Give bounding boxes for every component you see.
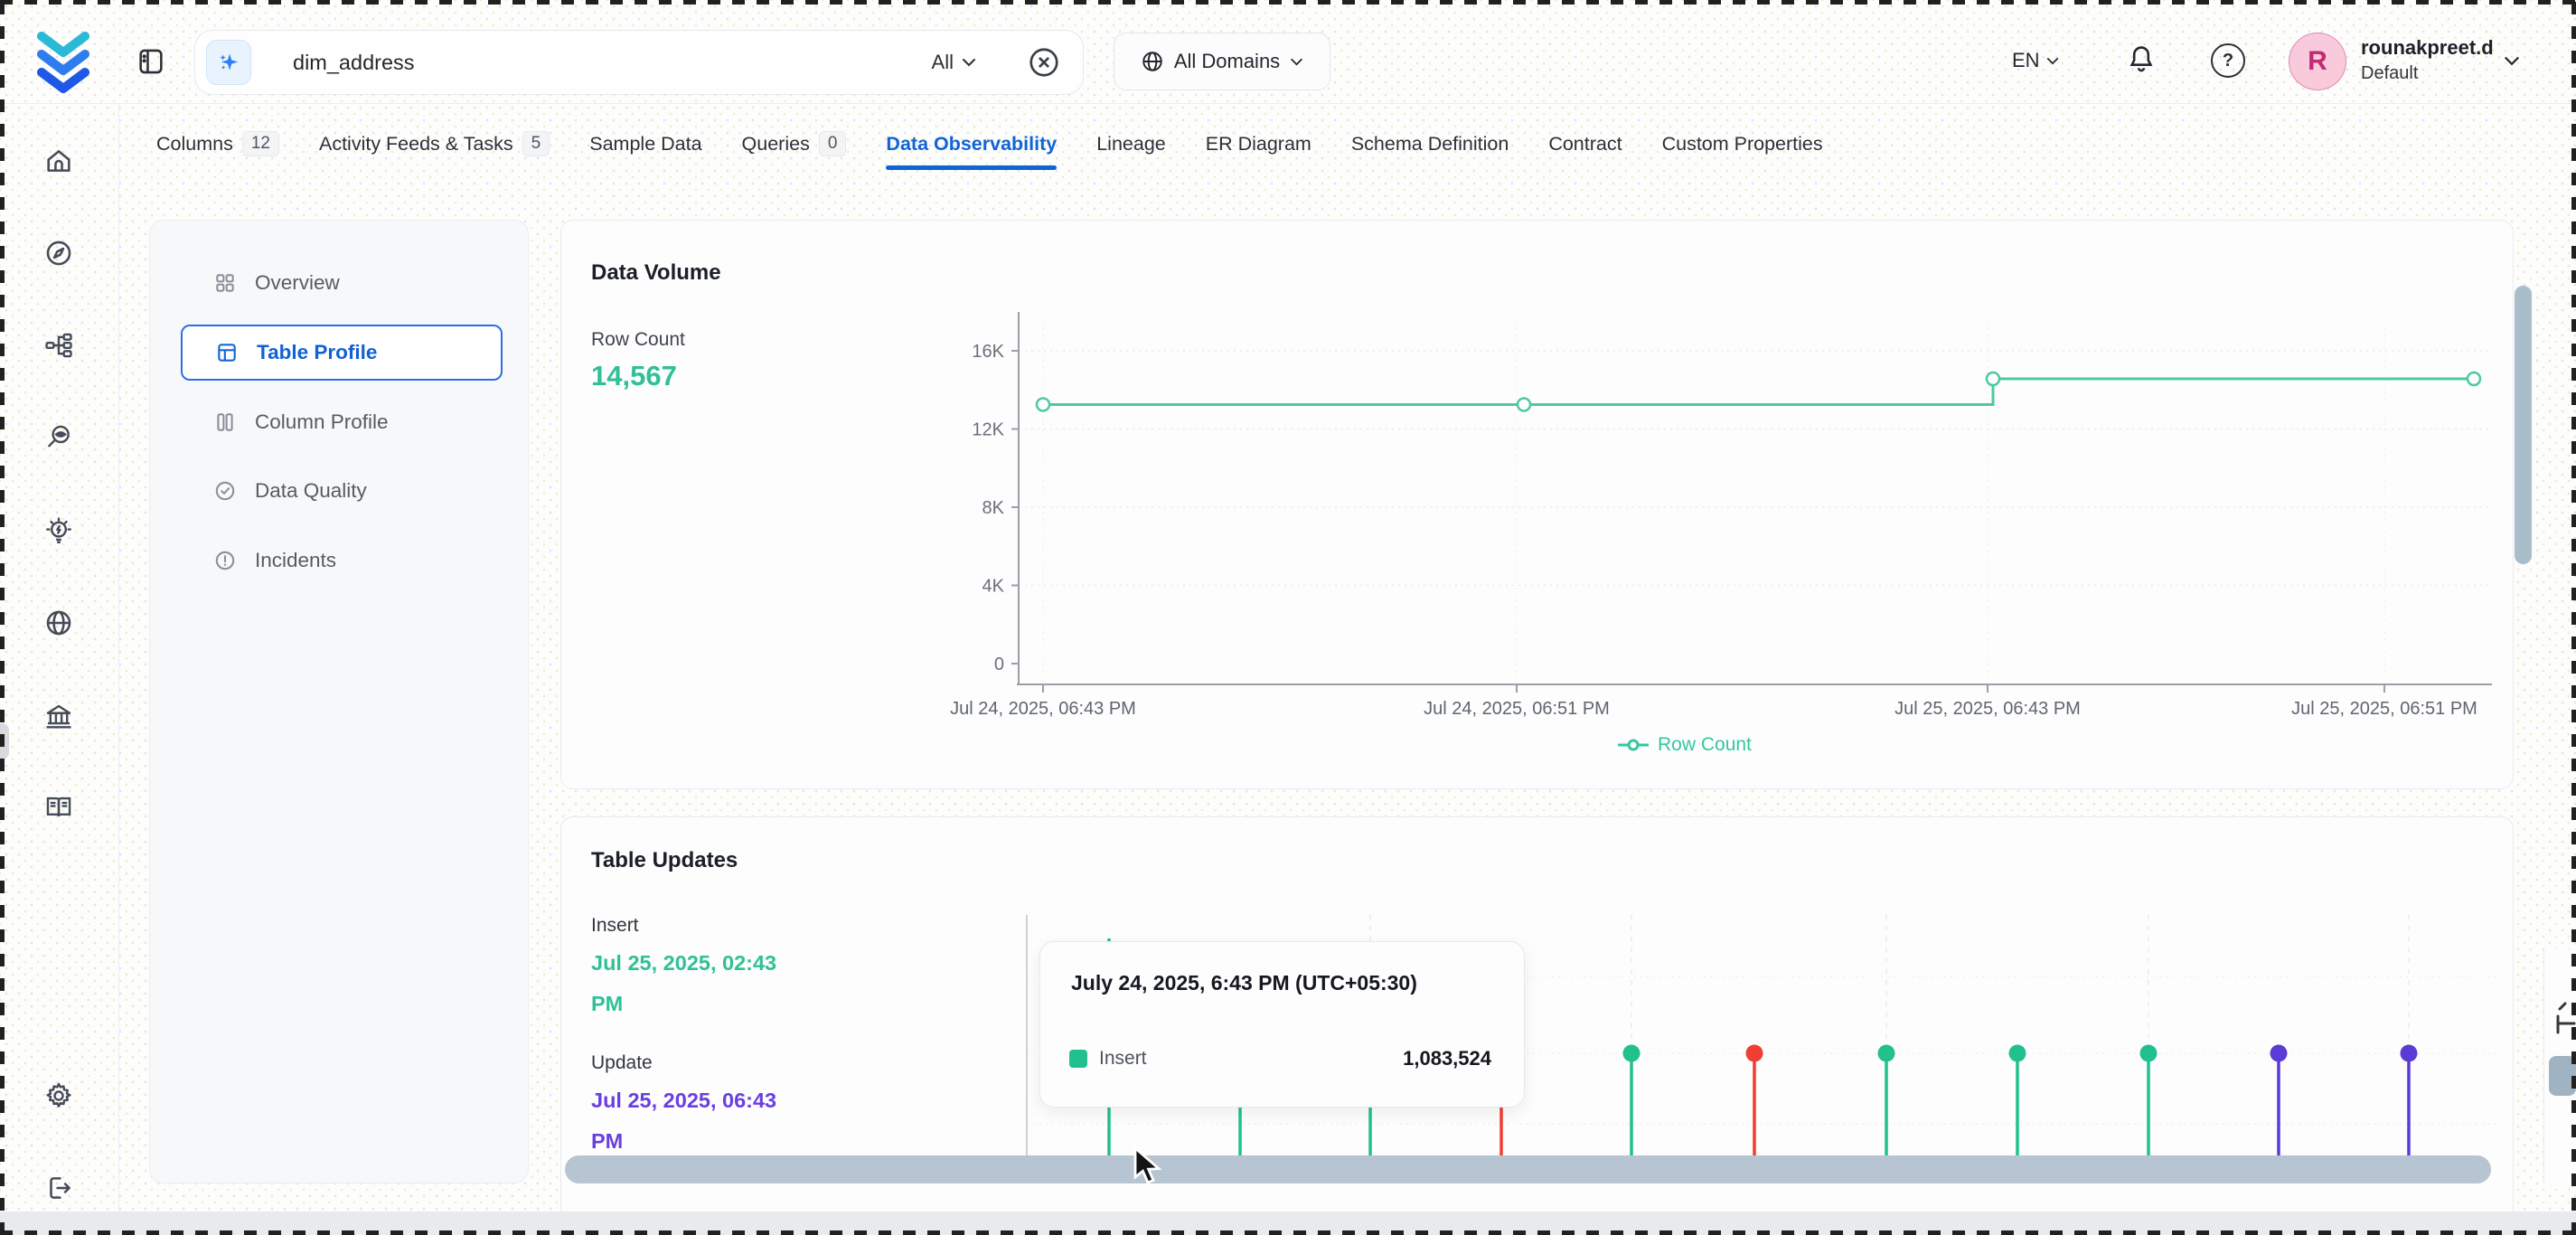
update-label: Update — [591, 1052, 808, 1074]
tab-custom-properties[interactable]: Custom Properties — [1662, 118, 1823, 170]
tab-data-observability[interactable]: Data Observability — [886, 118, 1057, 170]
entity-tabbar: Columns12 Activity Feeds & Tasks5 Sample… — [156, 118, 1823, 170]
menu-item-label: Data Quality — [255, 479, 367, 503]
row-count-value: 14,567 — [591, 360, 677, 392]
expand-panel-icon[interactable] — [2554, 998, 2576, 1043]
app-logo[interactable] — [33, 29, 94, 94]
settings-gear-icon[interactable] — [43, 1080, 74, 1111]
close-circle-icon — [1027, 45, 1061, 80]
columns-icon — [213, 410, 237, 434]
table-icon — [215, 341, 239, 364]
chevron-down-icon — [2504, 56, 2520, 66]
global-search-bar[interactable]: dim_address All — [194, 30, 1084, 95]
tooltip-row-label: Insert — [1099, 1048, 1147, 1070]
row-count-label: Row Count — [591, 329, 685, 351]
table-updates-title: Table Updates — [591, 848, 738, 873]
chart-tooltip: July 24, 2025, 6:43 PM (UTC+05:30) Inser… — [1039, 941, 1525, 1108]
domains-label: All Domains — [1174, 50, 1280, 73]
logout-icon[interactable] — [43, 1173, 74, 1203]
active-tab-underline — [886, 165, 1057, 170]
capture-border-top — [0, 0, 2576, 5]
search-input[interactable]: dim_address — [293, 31, 415, 94]
search-scope-dropdown[interactable]: All — [932, 31, 976, 94]
sidebar-resize-handle[interactable] — [0, 723, 9, 759]
topbar-divider — [0, 103, 2576, 104]
data-volume-title: Data Volume — [591, 260, 721, 286]
legend-line-icon — [1618, 739, 1649, 751]
help-button[interactable]: ? — [2211, 43, 2245, 78]
tab-sample-data[interactable]: Sample Data — [589, 118, 701, 170]
menu-item-column-profile[interactable]: Column Profile — [181, 397, 503, 448]
domains-dropdown[interactable]: All Domains — [1114, 33, 1330, 90]
user-menu-chevron[interactable] — [2504, 54, 2520, 71]
user-name: rounakpreet.d — [2361, 36, 2494, 60]
menu-item-table-profile[interactable]: Table Profile — [181, 325, 503, 381]
mouse-cursor — [1132, 1146, 1170, 1193]
discovery-search-icon[interactable] — [43, 422, 74, 453]
glossary-book-icon[interactable] — [43, 792, 74, 823]
menu-item-label: Column Profile — [255, 410, 389, 434]
tab-queries[interactable]: Queries0 — [742, 118, 847, 170]
sidebar-toggle-icon[interactable] — [136, 45, 166, 78]
legend-label: Row Count — [1658, 734, 1752, 756]
language-dropdown[interactable]: EN — [2012, 33, 2059, 89]
exclamation-circle-icon — [213, 549, 237, 572]
avatar-initial: R — [2308, 46, 2327, 77]
bell-icon — [2126, 42, 2157, 78]
domains-globe-icon[interactable] — [43, 608, 74, 638]
update-time: Jul 25, 2025, 06:43 PM — [591, 1080, 808, 1162]
tab-lineage[interactable]: Lineage — [1096, 118, 1166, 170]
tab-activity-feeds[interactable]: Activity Feeds & Tasks5 — [319, 118, 550, 170]
update-summary: Update Jul 25, 2025, 06:43 PM — [591, 1052, 808, 1162]
logo-chevron-1 — [42, 36, 85, 52]
chevron-down-icon — [2046, 57, 2059, 65]
chevron-down-icon — [962, 58, 976, 67]
check-circle-icon — [213, 479, 237, 503]
chevron-down-icon — [1290, 58, 1303, 66]
menu-item-overview[interactable]: Overview — [181, 258, 503, 308]
tab-count-badge: 5 — [522, 131, 550, 156]
tooltip-row: Insert 1,083,524 — [1069, 1047, 1491, 1070]
lineage-flow-icon[interactable] — [43, 330, 74, 361]
tooltip-title: July 24, 2025, 6:43 PM (UTC+05:30) — [1071, 971, 1417, 995]
menu-item-label: Table Profile — [257, 341, 377, 364]
insert-time: Jul 25, 2025, 02:43 PM — [591, 943, 808, 1024]
language-label: EN — [2012, 49, 2040, 72]
grid-icon — [213, 271, 237, 295]
insights-bulb-icon[interactable] — [43, 515, 74, 546]
home-icon[interactable] — [43, 146, 74, 176]
horizontal-scrollbar[interactable] — [565, 1155, 2491, 1183]
menu-item-incidents[interactable]: Incidents — [181, 535, 503, 586]
right-scrollbar-thumb[interactable] — [2549, 1056, 2576, 1096]
vertical-scrollbar[interactable] — [2515, 286, 2532, 564]
tooltip-row-value: 1,083,524 — [1403, 1047, 1491, 1070]
left-nav-rail — [0, 104, 119, 1235]
user-team: Default — [2361, 63, 2418, 84]
explore-compass-icon[interactable] — [43, 238, 74, 269]
tab-count-badge: 0 — [819, 131, 847, 156]
menu-item-label: Overview — [255, 271, 340, 295]
insert-color-swatch — [1069, 1050, 1087, 1068]
tab-count-badge: 12 — [242, 131, 279, 156]
row-count-legend[interactable]: Row Count — [1618, 734, 1752, 756]
insert-summary: Insert Jul 25, 2025, 02:43 PM — [591, 915, 808, 1024]
ai-sparkle-icon[interactable] — [206, 40, 251, 85]
notifications-button[interactable] — [2126, 42, 2157, 78]
globe-icon — [1141, 50, 1164, 73]
search-scope-value: All — [932, 51, 954, 74]
search-clear-button[interactable] — [1027, 45, 1061, 80]
insert-label: Insert — [591, 915, 808, 937]
tab-contract[interactable]: Contract — [1548, 118, 1622, 170]
bottom-edge-strip — [0, 1211, 2576, 1235]
menu-item-data-quality[interactable]: Data Quality — [181, 466, 503, 516]
tab-schema-definition[interactable]: Schema Definition — [1351, 118, 1509, 170]
data-volume-card — [560, 220, 2514, 789]
menu-item-label: Incidents — [255, 549, 336, 572]
tab-er-diagram[interactable]: ER Diagram — [1206, 118, 1312, 170]
governance-bank-icon[interactable] — [43, 702, 74, 732]
avatar[interactable]: R — [2289, 33, 2346, 90]
question-icon: ? — [2223, 51, 2233, 71]
tab-columns[interactable]: Columns12 — [156, 118, 279, 170]
